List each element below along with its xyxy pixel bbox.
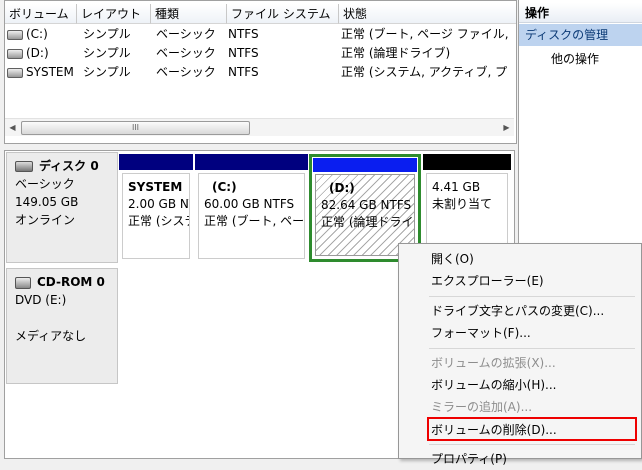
col-header-layout[interactable]: レイアウト [77,4,151,24]
drive-icon [7,48,23,59]
scroll-left-icon[interactable]: ◀ [6,121,19,134]
menu-item-change-drive-letter[interactable]: ドライブ文字とパスの変更(C)... [403,300,637,322]
volume-fs: NTFS [228,65,259,79]
volume-name: (C:) [26,27,48,41]
volume-type: ベーシック [156,65,216,79]
col-header-filesystem[interactable]: ファイル システム [227,4,339,24]
volume-layout: シンプル [83,65,131,79]
volume-layout: シンプル [83,27,131,41]
partition-name: SYSTEM [128,180,183,194]
drive-icon [7,67,23,78]
scroll-right-icon[interactable]: ▶ [500,121,513,134]
menu-separator [429,444,635,445]
volume-row[interactable]: SYSTEM シンプル ベーシック NTFS 正常 (システム, アクティブ, … [5,63,516,82]
actions-other-item[interactable]: 他の操作 [551,50,599,68]
cd-drive-icon [15,276,31,289]
menu-item-extend-volume: ボリュームの拡張(X)... [431,356,556,370]
volume-name: (D:) [26,46,49,60]
volume-status: 正常 (システム, アクティブ, プ [341,65,508,79]
menu-item-format[interactable]: フォーマット(F)... [403,322,637,344]
partition-name: (D:) [329,181,355,195]
partition-size: 4.41 GB [432,180,481,194]
partition-bar [119,154,193,170]
volume-type: ベーシック [156,46,216,60]
partition-bar [423,154,511,170]
volume-row[interactable]: (C:) シンプル ベーシック NTFS 正常 (ブート, ページ ファイル, [5,25,516,44]
partition-status: 正常 (システ [128,214,190,228]
actions-title: 操作 [519,3,642,23]
partition-status: 正常 (ブート, ペー [204,214,305,228]
menu-item-properties[interactable]: プロパティ(P) [403,448,637,470]
partition-bar [195,154,308,170]
delete-volume-highlight [427,417,637,441]
partition-status: 未割り当て [432,197,493,211]
scroll-thumb[interactable]: III [21,121,250,135]
hard-disk-icon [15,161,33,172]
disk-state: メディアなし [15,329,87,343]
col-header-volume[interactable]: ボリューム [5,4,77,24]
volume-row[interactable]: (D:) シンプル ベーシック NTFS 正常 (論理ドライブ) [5,44,516,63]
disk-type: DVD (E:) [15,293,67,307]
volume-fs: NTFS [228,27,259,41]
volume-status: 正常 (論理ドライブ) [341,46,451,60]
menu-item-add-mirror: ミラーの追加(A)... [431,400,533,414]
volume-name: SYSTEM [26,65,74,79]
menu-separator [429,296,635,297]
partition-name: (C:) [212,180,237,194]
partition-c[interactable]: (C:) 60.00 GB NTFS 正常 (ブート, ペー [195,154,308,262]
horizontal-scrollbar[interactable]: ◀ III ▶ [5,118,514,136]
disk-size: 149.05 GB [15,195,79,209]
scroll-grip: III [131,123,140,132]
disk-state: オンライン [15,213,76,227]
menu-item-open[interactable]: 開く(O) [403,248,637,270]
partition-size: 82.64 GB NTFS [321,198,412,212]
disk-0-info[interactable]: ディスク 0 ベーシック 149.05 GB オンライン [6,152,118,263]
partition-size: 2.00 GB NTFS [128,197,189,211]
volume-layout: シンプル [83,46,131,60]
volume-fs: NTFS [228,46,259,60]
col-header-type[interactable]: 種類 [151,4,227,24]
volume-status: 正常 (ブート, ページ ファイル, [341,27,509,41]
drive-icon [7,29,23,40]
partition-bar [313,158,417,172]
menu-item-explorer[interactable]: エクスプローラー(E) [403,270,637,292]
partition-system[interactable]: SYSTEM 2.00 GB NTFS 正常 (システ [119,154,193,262]
cdrom-0-info[interactable]: CD-ROM 0 DVD (E:) メディアなし [6,268,118,384]
partition-size: 60.00 GB NTFS [204,197,295,211]
disk-name: ディスク 0 [39,159,99,173]
col-header-status[interactable]: 状態 [339,4,516,24]
partition-status: 正常 (論理ドライ [321,215,414,229]
disk-name: CD-ROM 0 [37,275,105,289]
disk-type: ベーシック [15,177,75,191]
menu-item-shrink-volume[interactable]: ボリュームの縮小(H)... [403,374,637,396]
actions-group-disk-management[interactable]: ディスクの管理 [519,24,642,46]
menu-separator [429,348,635,349]
volume-type: ベーシック [156,27,216,41]
